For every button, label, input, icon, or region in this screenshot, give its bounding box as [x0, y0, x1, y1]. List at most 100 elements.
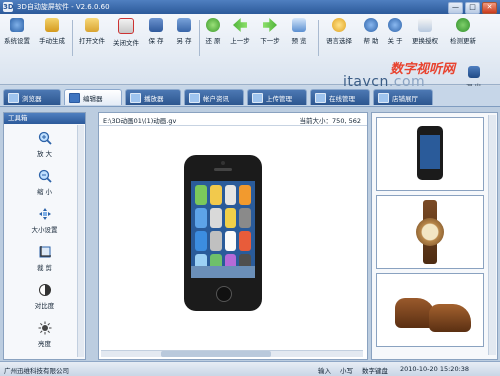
- editor-horizontal-scrollbar[interactable]: [101, 350, 363, 357]
- contrast-tool[interactable]: 对比度: [4, 283, 85, 310]
- maximize-button[interactable]: □: [465, 2, 480, 14]
- upload-icon: [252, 92, 263, 103]
- help-button[interactable]: 帮 助: [360, 18, 382, 58]
- scrollbar-thumb[interactable]: [161, 351, 271, 357]
- preview-label: 预 览: [291, 37, 307, 45]
- help-icon: [364, 18, 378, 32]
- check-update-label: 检测更新: [450, 37, 476, 45]
- undo-icon: [206, 18, 220, 32]
- toolbox-scrollbar[interactable]: [77, 125, 84, 357]
- thumbnail-watch[interactable]: [376, 195, 484, 269]
- main-toolbar: 系统设置 手动生成 打开文件 关闭文件 保 存 另 存 还 原 上一步 下一步 …: [0, 14, 500, 91]
- showroom-icon: [378, 92, 389, 103]
- language-button[interactable]: 语言选择: [322, 18, 356, 58]
- change-license-icon: [418, 18, 432, 32]
- crop-label: 裁 剪: [36, 264, 53, 272]
- editor-canvas: E:\3D动画01\(1)动画.gv 当前大小：750, 562: [98, 112, 368, 360]
- main-area: 工具箱 放 大 缩 小 大小设置 裁 剪 对比度 亮度 E:\3D动画01\(1…: [0, 107, 500, 361]
- previous-step-icon: [233, 18, 247, 32]
- toolbox-title: 工具箱: [4, 113, 85, 124]
- manual-generate-icon: [45, 18, 59, 32]
- close-button[interactable]: ✕: [482, 2, 497, 14]
- phone-camera: [221, 161, 225, 165]
- phone-image: [184, 155, 262, 311]
- thumbnail-phone-image: [417, 126, 443, 180]
- system-settings-button[interactable]: 系统设置: [2, 18, 32, 58]
- zoom-in-tool[interactable]: 放 大: [4, 131, 85, 158]
- thumbnail-shoes[interactable]: [376, 273, 484, 347]
- save-as-label: 另 存: [176, 37, 192, 45]
- manual-generate-label: 手动生成: [39, 37, 65, 45]
- save-as-button[interactable]: 另 存: [172, 18, 196, 58]
- manual-generate-button[interactable]: 手动生成: [36, 18, 68, 58]
- status-company: 广州迅维科技有限公司: [4, 367, 69, 375]
- close-file-button[interactable]: 关闭文件: [110, 18, 142, 58]
- brightness-icon: [38, 321, 51, 335]
- toolbar-divider: [199, 20, 200, 56]
- title-bar: 3D 3D自动旋屏软件 - V2.6.0.60 — □ ✕: [0, 0, 500, 14]
- language-label: 语言选择: [326, 37, 352, 45]
- resize-icon: [38, 208, 51, 220]
- thumbnail-gallery: [371, 112, 498, 360]
- brightness-tool[interactable]: 亮度: [4, 321, 85, 348]
- tab-bar: 浏览器 编辑器 播放器 帐户资讯 上传管理 在线管理 店铺展厅: [0, 86, 500, 107]
- preview-icon: [292, 18, 306, 32]
- crop-icon: [39, 246, 51, 258]
- account-icon: [189, 92, 200, 103]
- change-license-label: 更换授权: [412, 37, 438, 45]
- about-button[interactable]: 关 于: [384, 18, 406, 58]
- help-label: 帮 助: [363, 37, 379, 45]
- language-icon: [332, 18, 346, 32]
- zoom-in-icon: [38, 131, 52, 145]
- next-step-button[interactable]: 下一步: [256, 18, 284, 58]
- toolbar-divider: [72, 20, 73, 56]
- tab-showroom[interactable]: 店铺展厅: [373, 89, 433, 105]
- status-bar: 广州迅维科技有限公司 输入 小写 数字键盘 2010-10-20 15:20:3…: [0, 361, 500, 376]
- tab-upload[interactable]: 上传管理: [247, 89, 307, 105]
- about-icon: [388, 18, 402, 32]
- about-label: 关 于: [387, 37, 403, 45]
- tab-editor[interactable]: 编辑器: [64, 89, 122, 105]
- tab-player[interactable]: 播放器: [125, 89, 181, 105]
- brightness-label: 亮度: [38, 340, 51, 348]
- gallery-scrollbar[interactable]: [488, 115, 496, 355]
- tab-browser[interactable]: 浏览器: [3, 89, 61, 105]
- resize-tool[interactable]: 大小设置: [4, 207, 85, 234]
- phone-home-button: [216, 286, 232, 302]
- minimize-button[interactable]: —: [448, 2, 463, 14]
- undo-label: 还 原: [205, 37, 221, 45]
- window-title: 3D自动旋屏软件 - V2.6.0.60: [17, 3, 110, 11]
- check-update-icon: [456, 18, 470, 32]
- open-file-icon: [85, 18, 99, 32]
- path-bar: E:\3D动画01\(1)动画.gv 当前大小：750, 562: [99, 113, 367, 126]
- phone-speaker: [214, 168, 232, 171]
- zoom-in-label: 放 大: [36, 150, 53, 158]
- resize-label: 大小设置: [31, 226, 58, 234]
- tab-online[interactable]: 在线管理: [310, 89, 370, 105]
- change-license-button[interactable]: 更换授权: [408, 18, 442, 58]
- zoom-out-tool[interactable]: 缩 小: [4, 169, 85, 196]
- close-file-icon: [118, 18, 134, 34]
- save-as-icon: [177, 18, 191, 32]
- phone-dock: [191, 266, 255, 278]
- next-step-label: 下一步: [260, 37, 280, 45]
- save-button[interactable]: 保 存: [144, 18, 168, 58]
- save-label: 保 存: [148, 37, 164, 45]
- zoom-out-icon: [38, 169, 52, 183]
- system-settings-icon: [10, 18, 24, 32]
- browser-icon: [8, 92, 19, 103]
- contrast-icon: [38, 284, 51, 296]
- crop-tool[interactable]: 裁 剪: [4, 245, 85, 272]
- check-update-button[interactable]: 检测更新: [446, 18, 480, 58]
- thumbnail-phone[interactable]: [376, 117, 484, 191]
- previous-step-button[interactable]: 上一步: [226, 18, 254, 58]
- open-file-label: 打开文件: [79, 37, 105, 45]
- save-icon: [149, 18, 163, 32]
- phone-screen: [191, 181, 255, 278]
- system-settings-label: 系统设置: [4, 37, 30, 45]
- undo-button[interactable]: 还 原: [202, 18, 224, 58]
- tab-account[interactable]: 帐户资讯: [184, 89, 244, 105]
- preview-button[interactable]: 预 览: [287, 18, 311, 58]
- open-file-button[interactable]: 打开文件: [76, 18, 108, 58]
- contrast-label: 对比度: [34, 302, 55, 310]
